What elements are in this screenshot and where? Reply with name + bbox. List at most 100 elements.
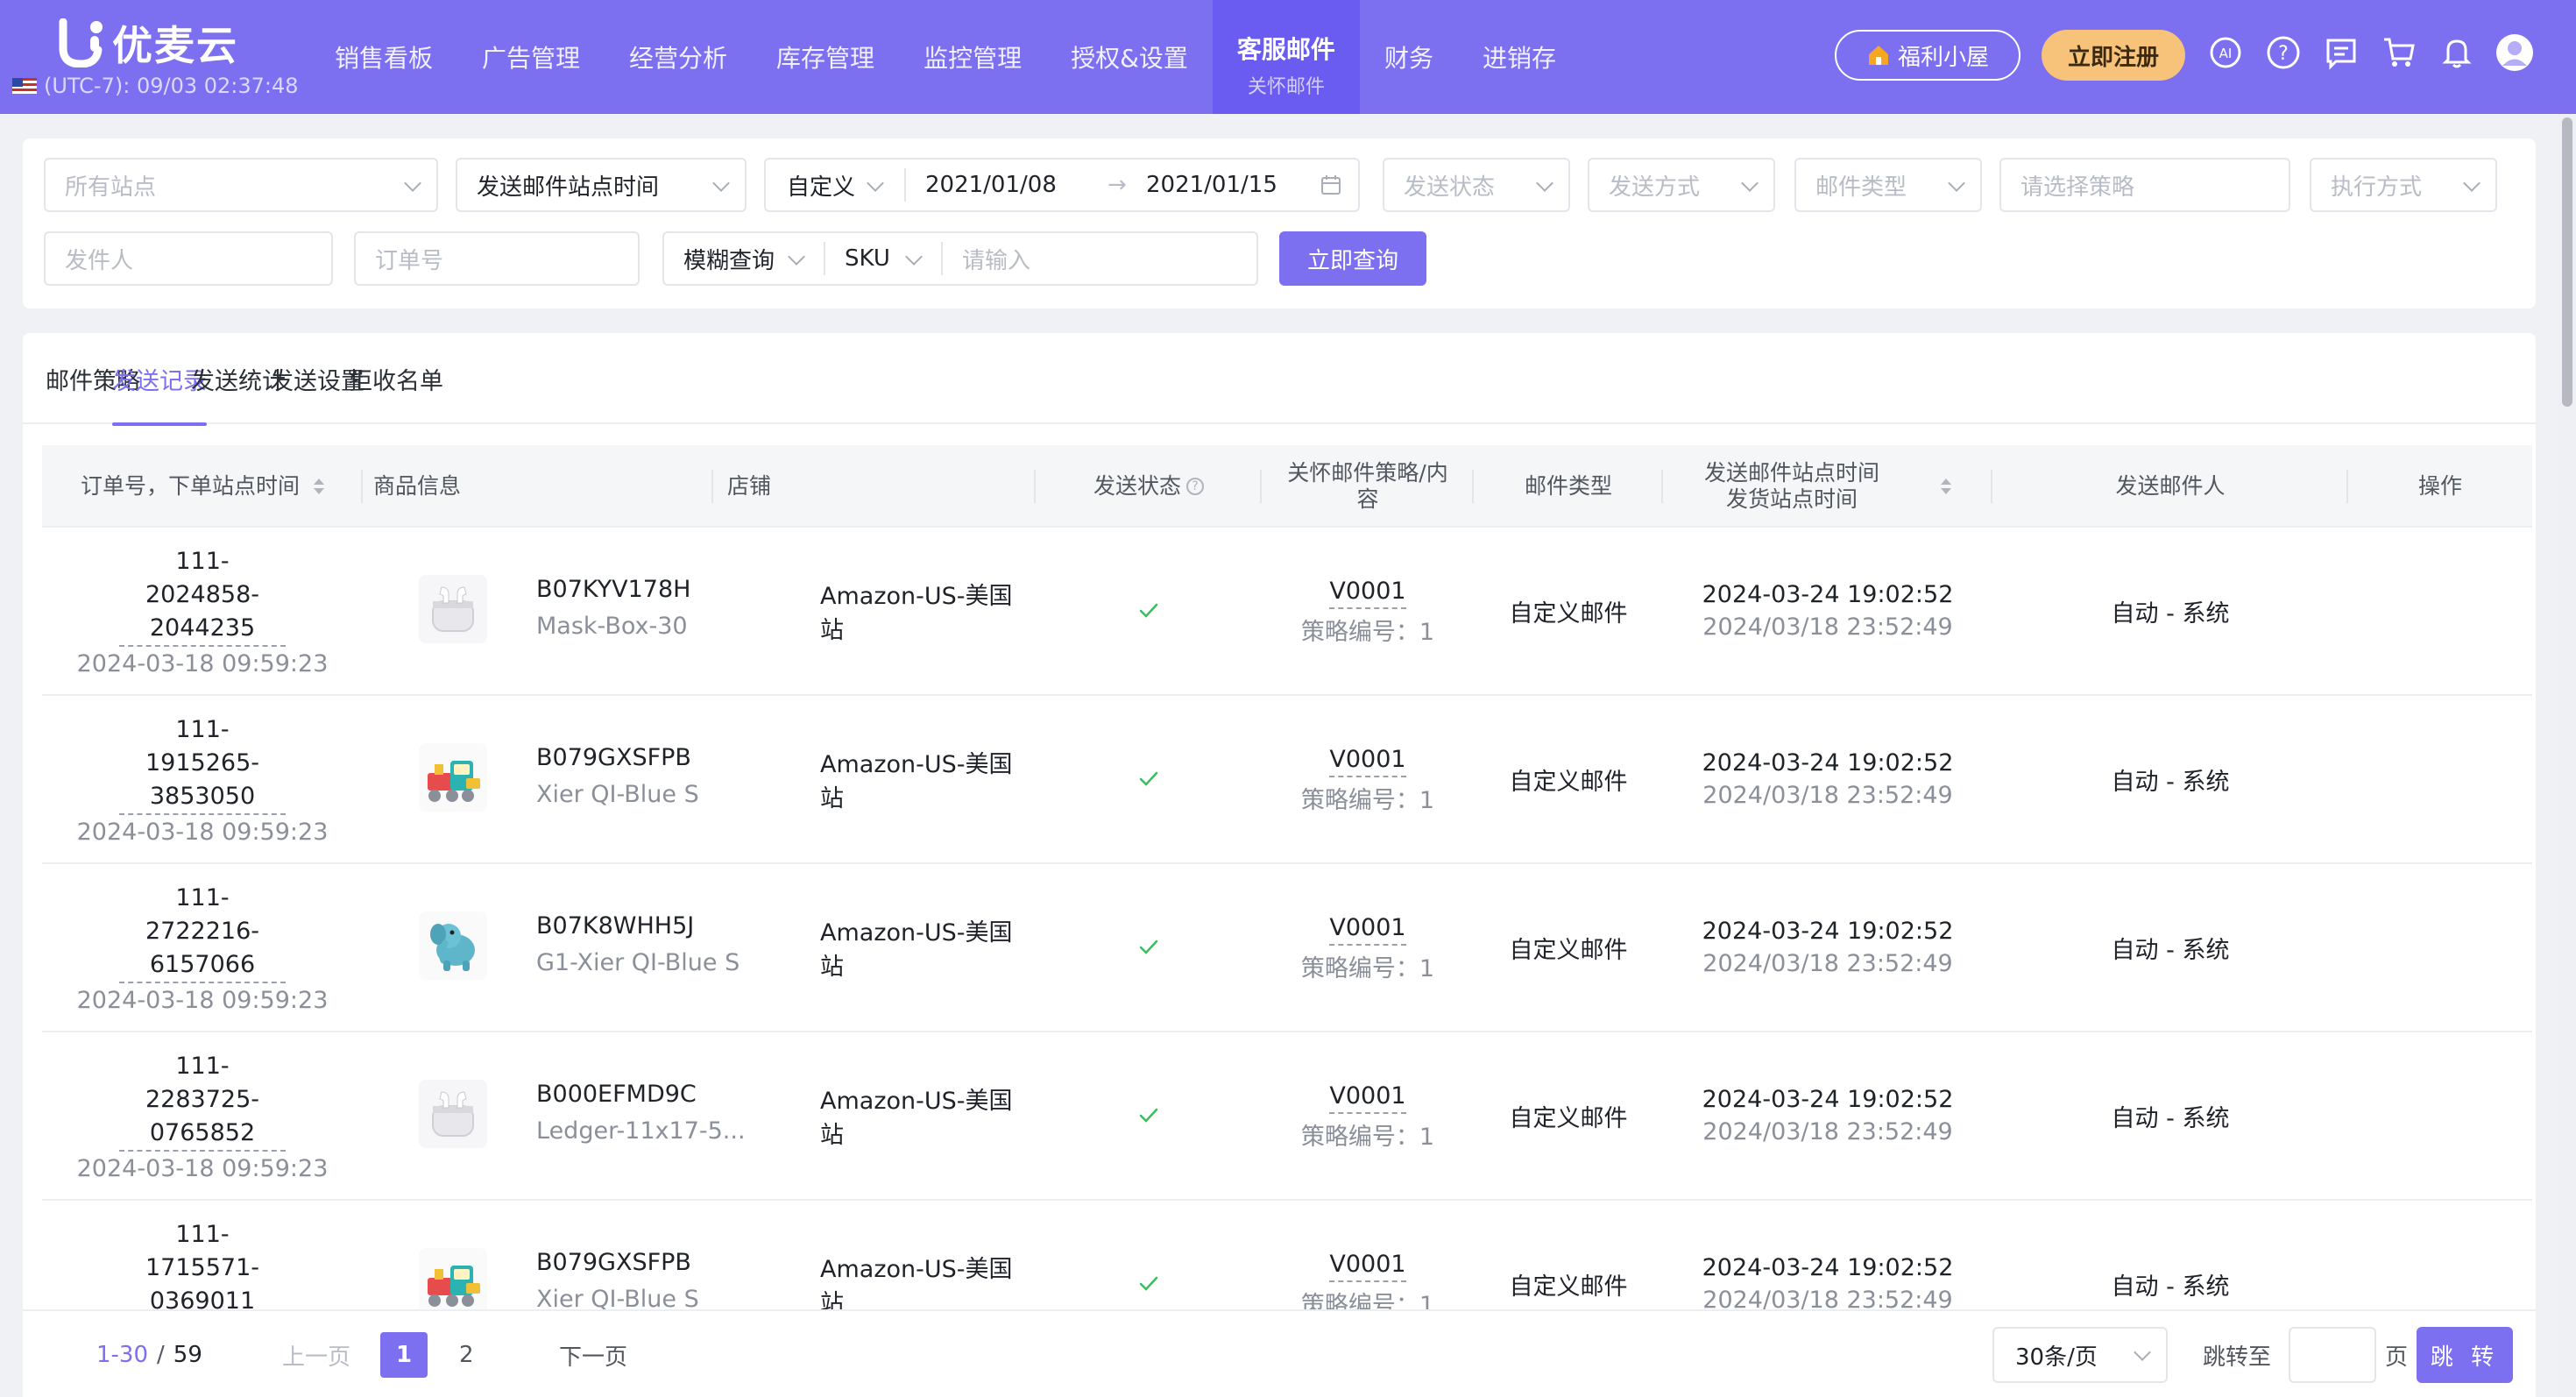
prev-page-button[interactable]: 上一页 xyxy=(282,1311,350,1397)
tab-4[interactable]: 拒收名单 xyxy=(349,333,443,424)
next-page-button[interactable]: 下一页 xyxy=(559,1311,627,1397)
sort-icon[interactable] xyxy=(1941,479,1951,494)
header-status-label: 发送状态 xyxy=(1093,473,1181,499)
strategy-link[interactable]: V0001 xyxy=(1329,912,1406,946)
page-2-button[interactable]: 2 xyxy=(459,1311,474,1397)
exec-method-select[interactable]: 执行方式 xyxy=(2310,158,2497,212)
mail-type-cell: 自定义邮件 xyxy=(1474,864,1663,1031)
product-asin[interactable]: B000EFMD9C xyxy=(536,1076,697,1113)
order-number-link[interactable]: 111-2283725- 0765852 xyxy=(119,1050,286,1152)
page-size-select[interactable]: 30条/页 xyxy=(1992,1327,2168,1383)
product-asin[interactable]: B079GXSFPB xyxy=(536,740,691,777)
header-store: 店铺 xyxy=(713,445,1036,528)
date-end-input[interactable]: 2021/01/15 xyxy=(1146,172,1277,198)
table-row[interactable]: 111-2283725- 0765852 2024-03-18 09:59:23 B0… xyxy=(42,1032,2532,1201)
strategy-link[interactable]: V0001 xyxy=(1329,744,1406,777)
product-asin[interactable]: B07KYV178H xyxy=(536,571,690,608)
jump-to-label: 跳转至 xyxy=(2203,1344,2272,1371)
nav-item-0[interactable]: 销售看板 xyxy=(310,0,457,114)
page-1-button[interactable]: 1 xyxy=(380,1332,428,1378)
date-start-input[interactable]: 2021/01/08 xyxy=(925,172,1057,198)
cart-icon[interactable] xyxy=(2380,33,2418,72)
query-button[interactable]: 立即查询 xyxy=(1279,231,1426,286)
nav-item-label: 财务 xyxy=(1384,44,1433,73)
app-logo[interactable]: 优麦云 xyxy=(58,14,238,72)
strategy-link[interactable]: V0001 xyxy=(1329,1249,1406,1282)
time-type-select[interactable]: 发送邮件站点时间 xyxy=(456,158,747,212)
page-scrollbar[interactable] xyxy=(2558,114,2576,1397)
order-number-link[interactable]: 111-2722216- 6157066 xyxy=(119,882,286,983)
product-thumbnail[interactable] xyxy=(419,743,487,812)
table-row[interactable]: 111-1915265- 3853050 2024-03-18 09:59:23 B0… xyxy=(42,696,2532,864)
send-method-select[interactable]: 发送方式 xyxy=(1588,158,1775,212)
calendar-icon[interactable] xyxy=(1320,174,1342,202)
strategy-link[interactable]: V0001 xyxy=(1329,576,1406,609)
keyword-input[interactable]: 请输入 xyxy=(962,243,1030,275)
date-range-picker[interactable]: 自定义 2021/01/08 → 2021/01/15 xyxy=(764,158,1360,212)
header-time[interactable]: 发送邮件站点时间 发货站点时间 xyxy=(1663,445,1992,528)
strategy-select[interactable]: 请选择策略 xyxy=(1999,158,2290,212)
order-number-link[interactable]: 111-2024858- 2044235 xyxy=(119,545,286,647)
table-body: 111-2024858- 2044235 2024-03-18 09:59:23 B0… xyxy=(42,528,2532,1309)
strategy-cell: V0001 策略编号：1 xyxy=(1262,864,1474,1031)
question-circle-icon[interactable]: ? xyxy=(1186,478,1204,495)
nav-item-sublabel[interactable]: 关怀邮件 xyxy=(1248,71,1325,99)
nav-item-2[interactable]: 经营分析 xyxy=(605,0,752,114)
sort-icon[interactable] xyxy=(314,479,324,494)
product-asin[interactable]: B07K8WHH5J xyxy=(536,908,694,945)
sku-select[interactable]: SKU xyxy=(845,245,890,272)
ai-assistant-icon[interactable]: AI xyxy=(2206,33,2245,72)
table-row[interactable]: 111-1715571-03690112024-03-18 09:59:23B0… xyxy=(42,1201,2532,1309)
bell-icon[interactable] xyxy=(2438,33,2476,72)
header-order[interactable]: 订单号，下单站点时间 xyxy=(42,445,363,528)
header-time-line2: 发货站点时间 xyxy=(1725,486,1858,512)
chevron-down-icon xyxy=(1948,174,1965,192)
time-cell: 2024-03-24 19:02:52 2024/03/18 23:52:49 xyxy=(1663,1032,1992,1199)
jump-button[interactable]: 跳 转 xyxy=(2417,1327,2513,1383)
nav-item-1[interactable]: 广告管理 xyxy=(457,0,605,114)
site-select[interactable]: 所有站点 xyxy=(44,158,438,212)
send-time: 2024-03-24 19:02:52 xyxy=(1702,1086,1954,1113)
help-icon[interactable]: ? xyxy=(2264,33,2303,72)
user-avatar-icon[interactable] xyxy=(2495,33,2534,72)
order-number-link[interactable]: 111-1715571- 0369011 xyxy=(119,1218,286,1310)
sender-input[interactable]: 发件人 xyxy=(44,231,333,286)
nav-item-5[interactable]: 授权&设置 xyxy=(1046,0,1213,114)
table-row[interactable]: 111-2024858- 2044235 2024-03-18 09:59:23 B0… xyxy=(42,528,2532,696)
table-row[interactable]: 111-2722216- 6157066 2024-03-18 09:59:23 B0… xyxy=(42,864,2532,1032)
product-thumbnail[interactable] xyxy=(419,1248,487,1309)
nav-item-4[interactable]: 监控管理 xyxy=(899,0,1046,114)
product-thumbnail[interactable] xyxy=(419,1080,487,1148)
order-number-link[interactable]: 111-1915265- 3853050 xyxy=(119,713,286,815)
date-mode-value[interactable]: 自定义 xyxy=(787,169,855,202)
message-icon[interactable] xyxy=(2322,33,2360,72)
product-thumbnail[interactable] xyxy=(419,575,487,643)
us-flag-icon xyxy=(12,78,37,94)
product-asin[interactable]: B079GXSFPB xyxy=(536,1245,691,1281)
order-number-input[interactable]: 订单号 xyxy=(354,231,640,286)
header-product: 商品信息 xyxy=(363,445,713,528)
jump-page-input[interactable] xyxy=(2289,1327,2376,1383)
product-thumbnail[interactable] xyxy=(419,911,487,980)
mail-type-select[interactable]: 邮件类型 xyxy=(1794,158,1982,212)
welfare-button[interactable]: 福利小屋 xyxy=(1835,30,2020,81)
chevron-down-icon xyxy=(712,174,730,192)
mail-type-cell: 自定义邮件 xyxy=(1474,696,1663,862)
send-status-select[interactable]: 发送状态 xyxy=(1383,158,1570,212)
store-name: Amazon-US-美国站 xyxy=(820,751,1013,812)
scrollbar-thumb[interactable] xyxy=(2562,117,2572,407)
strategy-cell: V0001 策略编号：1 xyxy=(1262,696,1474,862)
nav-item-3[interactable]: 库存管理 xyxy=(752,0,899,114)
register-button[interactable]: 立即注册 xyxy=(2042,30,2185,81)
nav-item-7[interactable]: 财务 xyxy=(1360,0,1458,114)
nav-item-6[interactable]: 客服邮件 关怀邮件 xyxy=(1212,0,1360,114)
strategy-cell: V0001 策略编号：1 xyxy=(1262,1032,1474,1199)
nav-item-8[interactable]: 进销存 xyxy=(1458,0,1581,114)
nav-item-label: 经营分析 xyxy=(629,44,728,73)
strategy-link[interactable]: V0001 xyxy=(1329,1081,1406,1114)
sender-cell: 自动 - 系统 xyxy=(1992,1032,2348,1199)
fuzzy-query-select[interactable]: 模糊查询 xyxy=(683,243,775,275)
order-cell: 111-2283725- 0765852 2024-03-18 09:59:23 xyxy=(42,1032,363,1199)
order-number-line2: 2044235 xyxy=(149,613,256,642)
nav-item-label: 销售看板 xyxy=(335,44,434,73)
